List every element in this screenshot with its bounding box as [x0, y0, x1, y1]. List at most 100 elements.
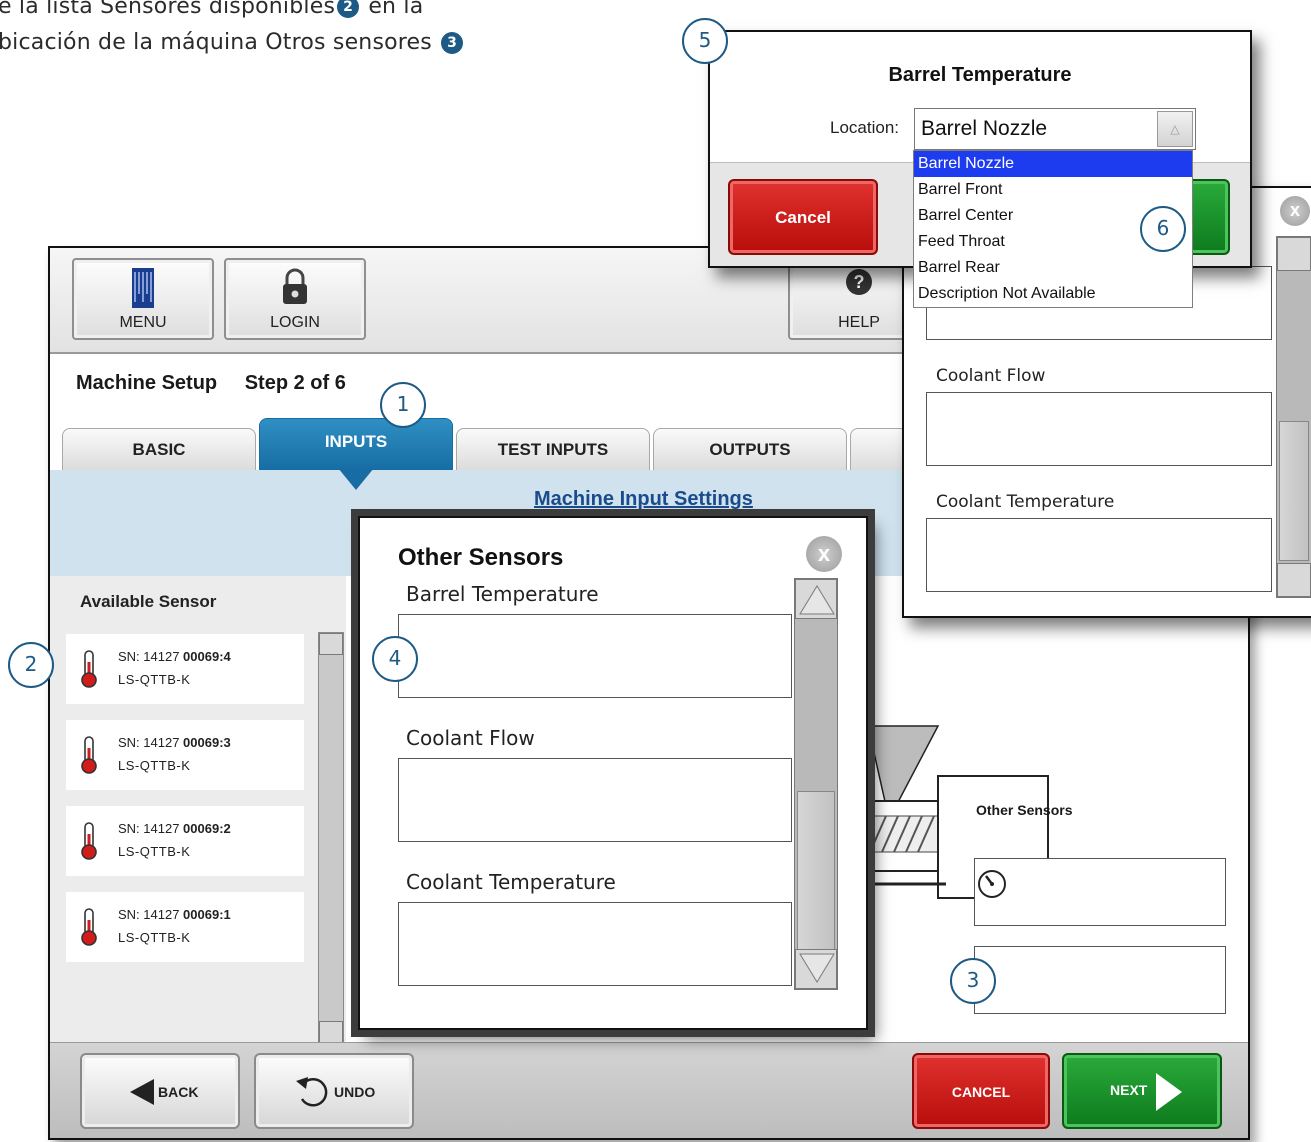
coolant-flow-label: Coolant Flow — [936, 366, 1046, 386]
coolant-flow-label: Coolant Flow — [406, 726, 535, 750]
serial-number: 00069:2 — [183, 821, 231, 836]
bottom-navigation: BACK UNDO CANCEL NEXT — [50, 1042, 1248, 1138]
coolant-temperature-input[interactable] — [926, 518, 1272, 592]
svg-text:?: ? — [854, 272, 865, 292]
coolant-flow-input[interactable] — [398, 758, 792, 842]
help-icon: ? — [845, 268, 873, 301]
machine-input-settings-link[interactable]: Machine Input Settings — [534, 488, 753, 511]
cancel-label: CANCEL — [951, 1084, 1011, 1100]
cancel-button[interactable]: Cancel — [728, 179, 878, 255]
dialog-title: Other Sensors — [398, 544, 564, 571]
step-indicator: Step 2 of 6 — [244, 372, 346, 394]
scroll-thumb[interactable] — [1279, 421, 1309, 561]
step-badge: 2 — [337, 0, 360, 18]
close-icon[interactable]: x — [1280, 196, 1310, 226]
scroll-down-button[interactable] — [1277, 563, 1311, 597]
dropdown-option[interactable]: Barrel Rear — [914, 255, 1192, 281]
coolant-temperature-label: Coolant Temperature — [406, 870, 616, 894]
dropdown-toggle-icon[interactable]: △ — [1157, 111, 1193, 147]
serial-number: 00069:4 — [183, 649, 231, 664]
tab-inputs[interactable]: INPUTS — [259, 418, 453, 470]
instruction-line-2: bicación de la máquina Otros sensores 3 — [0, 30, 465, 55]
barrel-temperature-label: Barrel Temperature — [406, 582, 599, 606]
step-badge: 3 — [441, 32, 464, 54]
setup-title-text: Machine Setup — [76, 372, 218, 394]
thermometer-icon — [80, 736, 98, 779]
serial-number: 00069:1 — [183, 907, 231, 922]
lock-icon — [280, 268, 310, 311]
sensor-list-scrollbar[interactable] — [318, 632, 344, 1044]
callout-5: 5 — [682, 18, 728, 64]
login-button[interactable]: LOGIN — [224, 258, 366, 340]
dialog-scrollbar[interactable] — [794, 578, 838, 990]
down-arrow-icon — [799, 953, 835, 983]
undo-icon — [294, 1075, 330, 1112]
next-label: NEXT — [1110, 1082, 1148, 1098]
tab-basic[interactable]: BASIC — [62, 428, 256, 470]
sensor-item[interactable]: SN: 14127 00069:4 LS-QTTB-K — [66, 634, 304, 704]
available-sensor-title: Available Sensor — [80, 592, 217, 611]
coolant-temperature-input[interactable] — [398, 902, 792, 986]
sensor-item[interactable]: SN: 14127 00069:2 LS-QTTB-K — [66, 806, 304, 876]
back-arrow-icon — [130, 1079, 154, 1108]
barrel-temperature-input[interactable] — [398, 614, 792, 698]
scroll-up-button[interactable] — [319, 633, 343, 655]
sensor-item[interactable]: SN: 14127 00069:3 LS-QTTB-K — [66, 720, 304, 790]
scroll-thumb[interactable] — [797, 791, 835, 951]
back-button[interactable]: BACK — [80, 1053, 240, 1129]
login-label: LOGIN — [270, 314, 320, 331]
tab-test-inputs[interactable]: TEST INPUTS — [456, 428, 650, 470]
serial-number: 00069:3 — [183, 735, 231, 750]
dropdown-option[interactable]: Description Not Available — [914, 281, 1192, 307]
sensor-serial: SN: 14127 00069:1 — [118, 907, 231, 922]
dialog-scrollbar[interactable] — [1276, 236, 1311, 598]
serial-prefix: SN: 14127 — [118, 735, 184, 750]
dropdown-option[interactable]: Barrel Front — [914, 177, 1192, 203]
other-sensors-input-box[interactable] — [974, 946, 1226, 1014]
serial-prefix: SN: 14127 — [118, 649, 184, 664]
pressure-gauge-icon — [977, 869, 1007, 904]
location-label: Location: — [830, 118, 899, 137]
thermometer-icon — [80, 650, 98, 693]
scroll-down-button[interactable] — [795, 949, 837, 989]
active-tab-pointer — [338, 468, 374, 490]
pressure-input-box[interactable] — [974, 858, 1226, 926]
callout-2: 2 — [8, 642, 54, 688]
scroll-down-button[interactable] — [319, 1021, 343, 1043]
next-button[interactable]: NEXT — [1062, 1053, 1222, 1129]
undo-button[interactable]: UNDO — [254, 1053, 414, 1129]
scroll-up-button[interactable] — [1277, 237, 1311, 271]
instruction-text: bicación de la máquina Otros sensores — [0, 30, 440, 55]
callout-3: 3 — [950, 958, 996, 1004]
back-label: BACK — [158, 1084, 199, 1100]
close-icon[interactable]: x — [806, 536, 842, 572]
serial-prefix: SN: 14127 — [118, 821, 184, 836]
dropdown-option[interactable]: Barrel Nozzle — [914, 151, 1192, 177]
other-sensors-dialog: Other Sensors x Barrel Temperature Coola… — [358, 516, 868, 1030]
tab-outputs[interactable]: OUTPUTS — [653, 428, 847, 470]
coolant-flow-input[interactable] — [926, 392, 1272, 466]
scroll-up-button[interactable] — [795, 579, 837, 619]
serial-prefix: SN: 14127 — [118, 907, 184, 922]
sensor-serial: SN: 14127 00069:2 — [118, 821, 231, 836]
other-sensors-label: Other Sensors — [976, 802, 1073, 818]
sensor-model: LS-QTTB-K — [118, 672, 191, 687]
location-select[interactable]: Barrel Nozzle △ — [914, 108, 1196, 150]
undo-label: UNDO — [334, 1084, 376, 1100]
cancel-label: Cancel — [775, 208, 831, 227]
cancel-button[interactable]: CANCEL — [912, 1053, 1050, 1129]
instruction-text: en la — [361, 0, 424, 19]
sensor-model: LS-QTTB-K — [118, 758, 191, 773]
sensor-model: LS-QTTB-K — [118, 844, 191, 859]
instruction-line-1: e la lista Sensores disponibles 2 en la — [0, 0, 423, 19]
menu-label: MENU — [119, 314, 167, 331]
menu-logo-icon — [132, 268, 154, 313]
sensor-serial: SN: 14127 00069:3 — [118, 735, 231, 750]
instruction-text: e la lista Sensores disponibles — [0, 0, 336, 19]
thermometer-icon — [80, 908, 98, 951]
menu-button[interactable]: MENU — [72, 258, 214, 340]
callout-6: 6 — [1140, 206, 1186, 252]
sensor-model: LS-QTTB-K — [118, 930, 191, 945]
popup-title: Barrel Temperature — [888, 64, 1072, 86]
sensor-item[interactable]: SN: 14127 00069:1 LS-QTTB-K — [66, 892, 304, 962]
